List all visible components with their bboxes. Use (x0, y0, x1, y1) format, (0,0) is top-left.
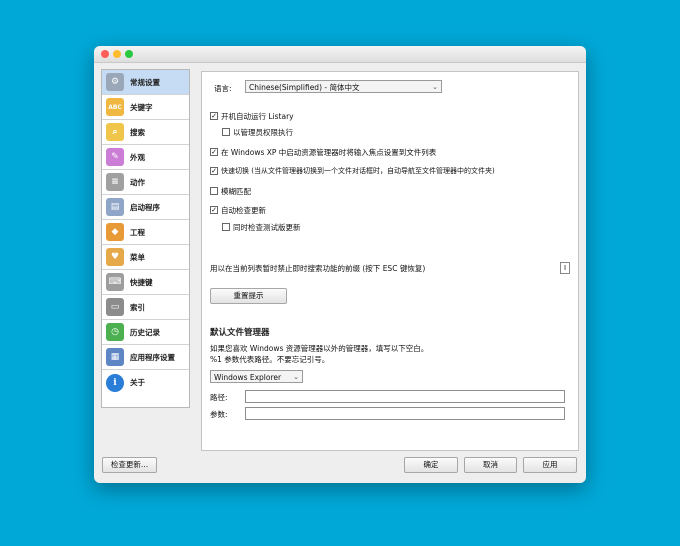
quick-switch-label: 快速切换 (当从文件管理器切换到一个文件对话框时，自动导航至文件管理器中的文件夹… (221, 167, 495, 175)
language-label: 语言: (214, 84, 232, 93)
language-select-value: Chinese(Simplified) - 简体中文 (249, 83, 360, 92)
sidebar-item-history[interactable]: ◷ 历史记录 (102, 320, 189, 345)
general-settings-panel: 语言: Chinese(Simplified) - 简体中文 ⌄ ✓ 开机自动运… (201, 71, 579, 451)
settings-sidebar: ⚙ 常规设置 ABC 关键字 ⌕ 搜索 ✎ 外观 ≡ 动作 ▤ 启动程序 ◆ 工… (101, 69, 190, 408)
minimize-window-button[interactable] (113, 50, 121, 58)
palette-icon: ✎ (106, 148, 124, 166)
sidebar-item-label: 工程 (130, 227, 145, 237)
close-window-button[interactable] (101, 50, 109, 58)
sidebar-item-app-settings[interactable]: ▦ 应用程序设置 (102, 345, 189, 370)
file-manager-description: 如果您喜欢 Windows 资源管理器以外的管理器，填写以下空白。 (210, 344, 429, 353)
auto-update-checkbox[interactable]: ✓ (210, 206, 218, 214)
sidebar-item-actions[interactable]: ≡ 动作 (102, 170, 189, 195)
sidebar-item-general[interactable]: ⚙ 常规设置 (102, 70, 189, 95)
chevron-down-icon: ⌄ (432, 83, 438, 91)
gear-icon: ⚙ (106, 73, 124, 91)
params-input[interactable] (245, 407, 565, 420)
sidebar-item-label: 关键字 (130, 102, 153, 112)
folder-heart-icon: ♥ (106, 248, 124, 266)
clock-icon: ◷ (106, 323, 124, 341)
params-label: 参数: (210, 410, 228, 419)
reset-tips-button[interactable]: 重置提示 (210, 288, 287, 304)
zoom-window-button[interactable] (125, 50, 133, 58)
path-label: 路径: (210, 393, 228, 402)
sidebar-item-label: 常规设置 (130, 77, 160, 87)
sidebar-item-menu[interactable]: ♥ 菜单 (102, 245, 189, 270)
app-grid-icon: ▦ (106, 348, 124, 366)
sidebar-item-label: 搜索 (130, 127, 145, 137)
file-manager-section-title: 默认文件管理器 (210, 328, 270, 338)
apply-button[interactable]: 应用 (523, 457, 577, 473)
magnifier-icon: ⌕ (106, 123, 124, 141)
sidebar-item-index[interactable]: ▭ 索引 (102, 295, 189, 320)
sidebar-item-label: 启动程序 (130, 202, 160, 212)
keyboard-icon: ⌨ (106, 273, 124, 291)
sidebar-item-label: 历史记录 (130, 327, 160, 337)
sidebar-item-projects[interactable]: ◆ 工程 (102, 220, 189, 245)
sidebar-item-search[interactable]: ⌕ 搜索 (102, 120, 189, 145)
sidebar-item-hotkeys[interactable]: ⌨ 快捷键 (102, 270, 189, 295)
sidebar-item-keywords[interactable]: ABC 关键字 (102, 95, 189, 120)
path-input[interactable] (245, 390, 565, 403)
settings-window: ⚙ 常规设置 ABC 关键字 ⌕ 搜索 ✎ 外观 ≡ 动作 ▤ 启动程序 ◆ 工… (94, 46, 586, 483)
sidebar-item-appearance[interactable]: ✎ 外观 (102, 145, 189, 170)
beta-update-label: 同时检查测试版更新 (233, 223, 301, 232)
language-select[interactable]: Chinese(Simplified) - 简体中文 ⌄ (245, 80, 442, 93)
run-as-admin-checkbox[interactable] (222, 128, 230, 136)
drive-icon: ▭ (106, 298, 124, 316)
xp-focus-checkbox[interactable]: ✓ (210, 148, 218, 156)
cubes-icon: ◆ (106, 223, 124, 241)
autostart-label: 开机自动运行 Listary (221, 112, 294, 121)
window-icon: ▤ (106, 198, 124, 216)
cancel-button[interactable]: 取消 (464, 457, 517, 473)
beta-update-checkbox[interactable] (222, 223, 230, 231)
file-manager-select[interactable]: Windows Explorer ⌄ (210, 370, 303, 383)
list-icon: ≡ (106, 173, 124, 191)
sidebar-item-about[interactable]: i 关于 (102, 370, 189, 395)
ok-button[interactable]: 确定 (404, 457, 458, 473)
run-as-admin-label: 以管理员权限执行 (233, 128, 293, 137)
auto-update-label: 自动检查更新 (221, 206, 266, 215)
sidebar-item-label: 动作 (130, 177, 145, 187)
sidebar-item-label: 外观 (130, 152, 145, 162)
search-prefix-key-field[interactable]: I (560, 262, 570, 274)
file-manager-select-value: Windows Explorer (214, 373, 282, 382)
sidebar-item-label: 菜单 (130, 252, 145, 262)
fuzzy-match-label: 模糊匹配 (221, 187, 251, 196)
autostart-checkbox[interactable]: ✓ (210, 112, 218, 120)
search-prefix-note: 用以在当前列表暂时禁止即时搜索功能的前缀 (按下 ESC 键恢复) (210, 264, 426, 273)
file-manager-hint: %1 参数代表路径。不要忘记引号。 (210, 355, 330, 364)
sidebar-item-label: 关于 (130, 378, 145, 387)
chevron-down-icon: ⌄ (293, 373, 299, 381)
sidebar-item-label: 索引 (130, 302, 145, 312)
sidebar-item-label: 快捷键 (130, 277, 153, 287)
info-icon: i (106, 373, 124, 392)
sidebar-item-launcher[interactable]: ▤ 启动程序 (102, 195, 189, 220)
quick-switch-checkbox[interactable]: ✓ (210, 167, 218, 175)
check-updates-button[interactable]: 检查更新... (102, 457, 157, 473)
sidebar-item-label: 应用程序设置 (130, 352, 175, 362)
fuzzy-match-checkbox[interactable] (210, 187, 218, 195)
abc-icon: ABC (106, 98, 124, 116)
title-bar (94, 46, 586, 63)
xp-focus-label: 在 Windows XP 中启动资源管理器时将输入焦点设置到文件列表 (221, 148, 437, 157)
